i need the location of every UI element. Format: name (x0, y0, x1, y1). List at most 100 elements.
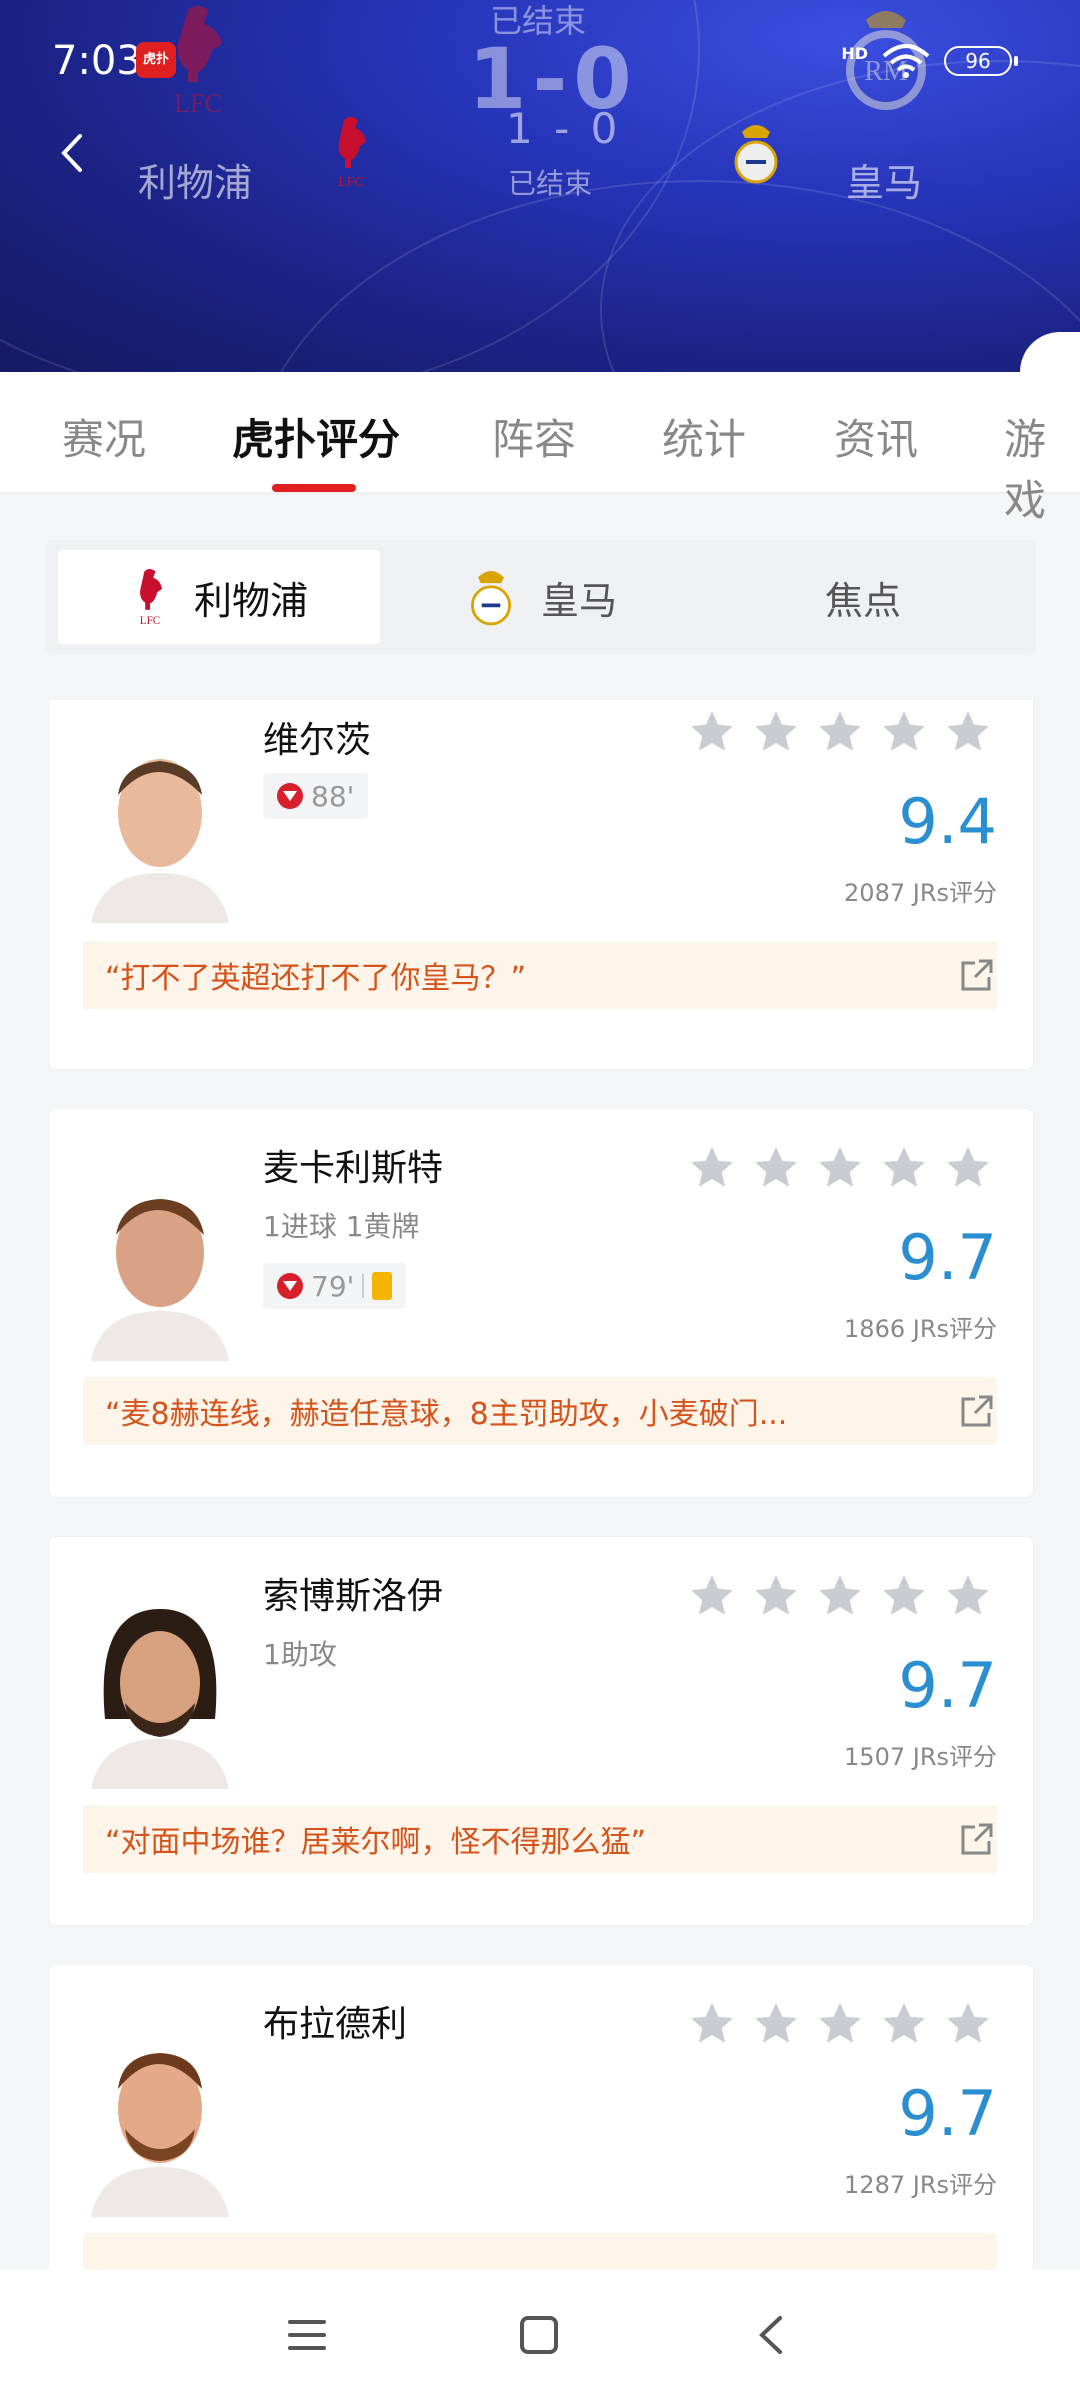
share-icon[interactable] (957, 1819, 997, 1859)
real-madrid-crest-icon (471, 571, 511, 626)
star-icon[interactable] (815, 1571, 865, 1621)
star-icon[interactable] (751, 1999, 801, 2049)
back-icon[interactable] (748, 2310, 798, 2360)
star-icon[interactable] (751, 1143, 801, 1193)
player-score: 9.4 (898, 785, 997, 858)
star-icon[interactable] (687, 1143, 737, 1193)
separator (362, 1274, 365, 1298)
star-icon[interactable] (943, 707, 993, 757)
system-navigation-bar (0, 2270, 1080, 2400)
sub-minute: 88' (311, 779, 355, 813)
star-icon[interactable] (687, 1999, 737, 2049)
match-header: LFC 已结束 1-0 RM 7:03 虎扑 HD 96 利物浦 LFC 1 -… (0, 0, 1080, 372)
player-name: 麦卡利斯特 (263, 1148, 444, 1189)
vote-count: 2087 JRs评分 (844, 879, 997, 907)
rating-stars[interactable] (687, 707, 993, 757)
share-icon[interactable] (957, 955, 997, 995)
match-score: 1 - 0 (506, 104, 622, 153)
tab-stats[interactable]: 统计 (662, 406, 746, 467)
player-name: 维尔茨 (263, 720, 372, 761)
segment-real-madrid[interactable]: 皇马 (380, 550, 702, 644)
star-icon[interactable] (815, 707, 865, 757)
player-name: 索博斯洛伊 (263, 1576, 444, 1617)
back-arrow-icon[interactable] (52, 128, 92, 178)
player-avatar (81, 723, 239, 923)
star-icon[interactable] (879, 707, 929, 757)
tab-bar: 赛况 虎扑评分 阵容 统计 资讯 游戏 (0, 332, 1080, 525)
segment-liverpool[interactable]: LFC 利物浦 (58, 550, 380, 644)
top-comment-text: “对面中场谁？居莱尔啊，怪不得那么猛” (105, 1825, 647, 1860)
real-madrid-crest-icon[interactable] (728, 118, 784, 188)
liverpool-crest-icon[interactable]: LFC (326, 114, 376, 190)
yellow-card-icon (372, 1272, 393, 1300)
player-card[interactable]: 维尔茨 88' 9.4 2087 JRs评分 “打不了英超还打不了你皇马？” (48, 700, 1034, 1070)
segment-real-madrid-label: 皇马 (540, 578, 617, 623)
battery-indicator: 96 (944, 46, 1018, 76)
tab-match-live[interactable]: 赛况 (62, 406, 146, 467)
rating-stars[interactable] (687, 1571, 993, 1621)
status-bar: 7:03 虎扑 HD 96 (0, 0, 1080, 120)
player-stats: 1助攻 (263, 1638, 337, 1671)
star-icon[interactable] (751, 1571, 801, 1621)
star-icon[interactable] (943, 1999, 993, 2049)
segment-focus[interactable]: 焦点 (702, 550, 1024, 644)
star-icon[interactable] (751, 707, 801, 757)
hupu-app-icon: 虎扑 (136, 42, 176, 78)
player-card[interactable]: 索博斯洛伊 1助攻 9.7 1507 JRs评分 “对面中场谁？居莱尔啊，怪不得… (48, 1536, 1034, 1926)
vote-count: 1287 JRs评分 (844, 2171, 997, 2199)
player-card[interactable]: 布拉德利 9.7 1287 JRs评分 (48, 1964, 1034, 2270)
clock: 7:03 (52, 38, 142, 84)
share-icon[interactable] (957, 1391, 997, 1431)
tab-hupu-rating[interactable]: 虎扑评分 (232, 406, 400, 467)
tab-lineup[interactable]: 阵容 (492, 406, 576, 467)
player-avatar (81, 1589, 239, 1789)
sub-off-icon (277, 1273, 303, 1299)
top-comment-text: “打不了英超还打不了你皇马？” (105, 961, 527, 996)
network-hd-label: HD (841, 43, 868, 63)
svg-text:LFC: LFC (338, 175, 364, 190)
segment-focus-label: 焦点 (824, 578, 901, 623)
segment-liverpool-label: 利物浦 (193, 578, 308, 623)
team-switcher: LFC 利物浦 皇马 焦点 (46, 540, 1036, 654)
player-rating-list: 维尔茨 88' 9.4 2087 JRs评分 “打不了英超还打不了你皇马？” 麦… (0, 700, 1080, 2270)
substitution-tag: 79' (263, 1263, 407, 1309)
match-status: 已结束 (508, 167, 593, 200)
liverpool-crest-icon: LFC (140, 569, 162, 627)
home-team-name[interactable]: 利物浦 (138, 152, 252, 207)
star-icon[interactable] (879, 1143, 929, 1193)
tab-games[interactable]: 游戏 (1004, 406, 1080, 528)
player-avatar (81, 1161, 239, 1361)
top-comment[interactable]: “打不了英超还打不了你皇马？” (83, 941, 997, 1009)
vote-count: 1507 JRs评分 (844, 1743, 997, 1771)
home-icon[interactable] (514, 2310, 564, 2360)
tab-news[interactable]: 资讯 (834, 406, 918, 467)
star-icon[interactable] (879, 1571, 929, 1621)
top-comment-text: “麦8赫连线，赫造任意球，8主罚助攻，小麦破门... (105, 1397, 788, 1432)
sub-off-icon (277, 783, 303, 809)
star-icon[interactable] (943, 1143, 993, 1193)
sub-minute: 79' (311, 1269, 355, 1303)
star-icon[interactable] (815, 1143, 865, 1193)
svg-text:LFC: LFC (140, 615, 161, 627)
away-team-name[interactable]: 皇马 (846, 152, 922, 207)
active-tab-indicator (272, 484, 356, 492)
player-card[interactable]: 麦卡利斯特 1进球 1黄牌 79' 9.7 1866 JRs评分 “麦8赫连线，… (48, 1108, 1034, 1498)
top-comment[interactable]: “麦8赫连线，赫造任意球，8主罚助攻，小麦破门... (83, 1377, 997, 1445)
player-score: 9.7 (898, 1649, 997, 1722)
top-comment[interactable]: “对面中场谁？居莱尔啊，怪不得那么猛” (83, 1805, 997, 1873)
star-icon[interactable] (687, 707, 737, 757)
wifi-icon (882, 44, 930, 78)
star-icon[interactable] (943, 1571, 993, 1621)
player-name: 布拉德利 (263, 2004, 408, 2045)
top-comment[interactable] (83, 2233, 997, 2270)
player-avatar (81, 2017, 239, 2217)
substitution-tag: 88' (263, 773, 369, 819)
star-icon[interactable] (879, 1999, 929, 2049)
rating-stars[interactable] (687, 1999, 993, 2049)
menu-icon[interactable] (282, 2310, 332, 2360)
player-score: 9.7 (898, 2077, 997, 2150)
vote-count: 1866 JRs评分 (844, 1315, 997, 1343)
rating-stars[interactable] (687, 1143, 993, 1193)
star-icon[interactable] (815, 1999, 865, 2049)
star-icon[interactable] (687, 1571, 737, 1621)
